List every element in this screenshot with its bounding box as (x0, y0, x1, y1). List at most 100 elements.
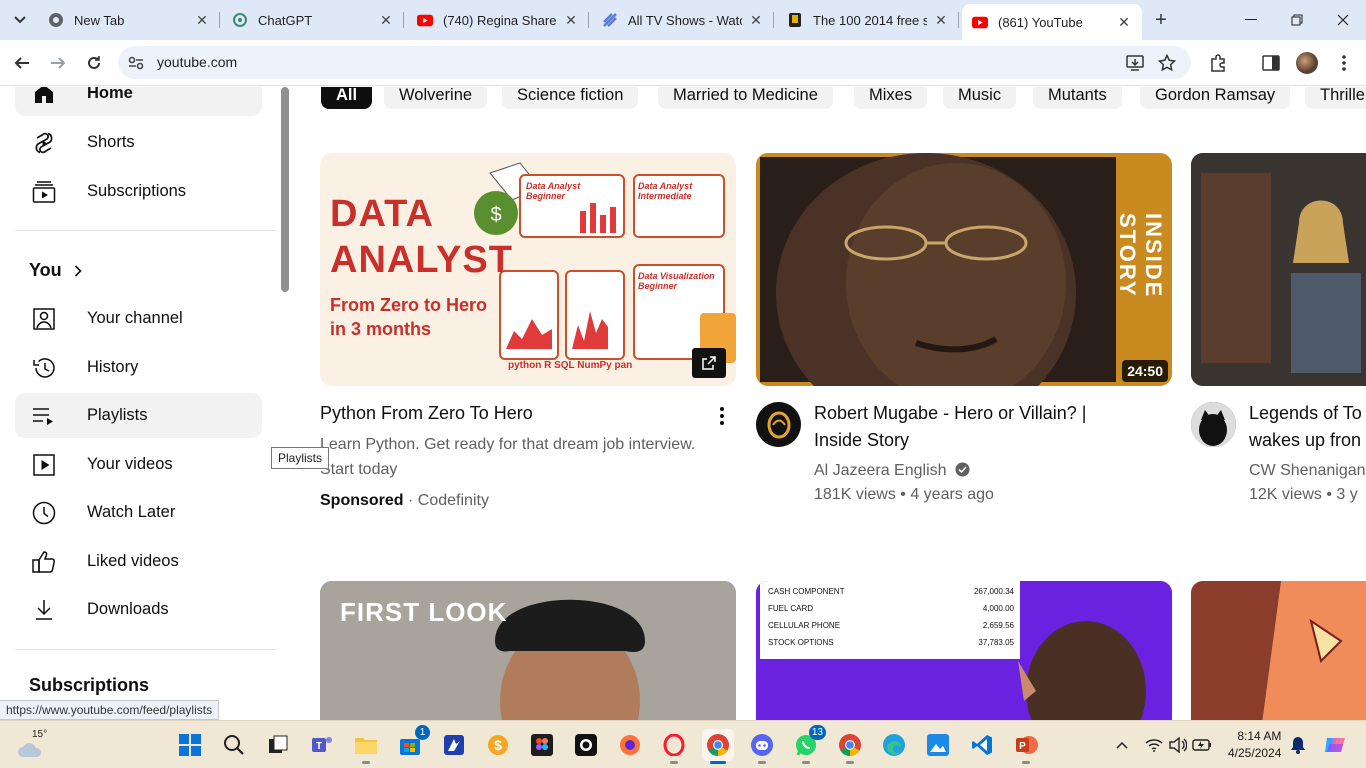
url-text[interactable]: youtube.com (157, 54, 237, 70)
taskbar-app-discord[interactable] (746, 729, 778, 764)
close-icon[interactable]: ✕ (194, 12, 210, 28)
chip-all[interactable]: All (321, 87, 373, 109)
video-thumbnail[interactable] (1191, 153, 1366, 386)
taskbar-app-file-explorer[interactable] (350, 729, 382, 764)
taskbar-app-powerpoint[interactable]: P (1010, 729, 1042, 764)
copilot-button[interactable] (1322, 735, 1348, 755)
open-external-button[interactable] (692, 348, 726, 378)
chrome-menu-button[interactable] (1330, 49, 1358, 77)
sidebar-item-your-videos[interactable]: Your videos (15, 442, 262, 487)
sponsored-label: Sponsored (320, 492, 404, 509)
taskbar-app-vscode[interactable] (966, 729, 998, 761)
close-icon[interactable]: ✕ (933, 12, 949, 28)
reload-button[interactable] (80, 49, 108, 77)
notifications-button[interactable] (1288, 735, 1308, 755)
video-thumbnail[interactable] (1191, 581, 1366, 720)
minimize-button[interactable] (1228, 0, 1274, 40)
bookmark-star-icon[interactable] (1156, 52, 1178, 74)
video-menu-button[interactable] (712, 405, 732, 427)
sidebar-item-home[interactable]: Home (15, 87, 262, 116)
weather-widget[interactable]: 15° (16, 729, 52, 761)
taskbar-search[interactable] (218, 729, 250, 761)
taskbar-app-chrome[interactable] (702, 729, 734, 764)
video-thumbnail[interactable]: $ DATA ANALYST From Zero to Hero in 3 mo… (320, 153, 736, 386)
taskbar-app-whatsapp[interactable]: 13 (790, 725, 826, 764)
tab-the-100[interactable]: The 100 2014 free str ✕ (777, 6, 959, 34)
advertiser-name[interactable]: · Codefinity (408, 492, 489, 509)
back-button[interactable] (8, 49, 36, 77)
chip-wolverine[interactable]: Wolverine (384, 87, 488, 109)
taskbar-app-figma[interactable] (526, 729, 558, 761)
sidebar-scrollbar[interactable] (281, 87, 289, 292)
start-button[interactable] (174, 729, 206, 761)
close-icon[interactable]: ✕ (563, 12, 579, 28)
channel-line: Al Jazeera English (814, 459, 970, 483)
tab-youtube-regina[interactable]: (740) Regina Shares l ✕ (407, 6, 589, 34)
sidebar-item-your-channel[interactable]: Your channel (15, 296, 262, 341)
video-thumbnail[interactable]: INSIDE STORY 24:50 (756, 153, 1172, 386)
close-icon[interactable]: ✕ (748, 12, 764, 28)
channel-name[interactable]: CW Shenanigan (1249, 459, 1366, 483)
taskbar-app-firefox[interactable] (614, 729, 646, 761)
youtube-icon (972, 14, 988, 30)
video-title[interactable]: Python From Zero To Hero (320, 400, 533, 427)
forward-button[interactable] (44, 49, 72, 77)
site-info-icon[interactable] (126, 53, 146, 73)
chip-gordon-ramsay[interactable]: Gordon Ramsay (1140, 87, 1291, 109)
extensions-button[interactable] (1204, 49, 1232, 77)
new-tab-button[interactable]: + (1148, 8, 1174, 32)
vscode-icon (972, 735, 992, 755)
sidebar-item-watch-later[interactable]: Watch Later (15, 490, 262, 535)
tab-search-button[interactable] (6, 7, 34, 33)
side-panel-button[interactable] (1257, 49, 1285, 77)
channel-name[interactable]: Al Jazeera English (814, 462, 947, 479)
tab-new-tab[interactable]: New Tab ✕ (38, 6, 220, 34)
sponsor-line: Sponsored · Codefinity (320, 489, 489, 513)
chip-mutants[interactable]: Mutants (1033, 87, 1122, 109)
video-title[interactable]: Legends of To wakes up fron (1249, 400, 1366, 454)
tab-youtube-active[interactable]: (861) YouTube ✕ (962, 4, 1142, 40)
taskbar-app-paint[interactable] (922, 729, 954, 761)
wifi-status[interactable] (1144, 735, 1164, 755)
tab-chatgpt[interactable]: ChatGPT ✕ (222, 6, 404, 34)
task-view-button[interactable] (262, 729, 294, 761)
close-icon[interactable]: ✕ (1116, 14, 1132, 30)
chip-thriller[interactable]: Thrille (1305, 87, 1366, 109)
sidebar-item-playlists[interactable]: Playlists (15, 393, 262, 438)
battery-status[interactable] (1192, 735, 1212, 755)
chip-music[interactable]: Music (943, 87, 1017, 109)
chip-mixes[interactable]: Mixes (854, 87, 928, 109)
sidebar-item-liked-videos[interactable]: Liked videos (15, 539, 262, 584)
chip-science-fiction[interactable]: Science fiction (502, 87, 639, 109)
side-panel-icon (1262, 55, 1280, 71)
channel-avatar[interactable] (756, 402, 801, 447)
video-title[interactable]: Robert Mugabe - Hero or Villain? | Insid… (814, 400, 1164, 454)
taskbar-app-edge[interactable] (878, 729, 910, 761)
install-app-icon[interactable] (1124, 52, 1146, 74)
taskbar-app-github[interactable] (570, 729, 602, 761)
taskbar-app-vpn[interactable] (438, 729, 470, 761)
sidebar-item-history[interactable]: History (15, 345, 262, 390)
video-thumbnail[interactable]: CASH COMPONENT 267,000.34 FUEL CARD 4,000.… (756, 581, 1172, 720)
close-window-button[interactable] (1320, 0, 1366, 40)
tray-overflow-button[interactable] (1112, 735, 1132, 755)
sidebar-item-shorts[interactable]: Shorts (15, 120, 262, 165)
profile-button[interactable] (1293, 49, 1321, 77)
sidebar-item-downloads[interactable]: Downloads (15, 587, 262, 632)
taskbar-app-teams[interactable]: T (306, 729, 338, 761)
channel-avatar[interactable] (1191, 402, 1236, 447)
volume-control[interactable] (1168, 735, 1188, 755)
taskbar-app-chrome-profile[interactable] (834, 729, 866, 764)
taskbar-clock[interactable]: 8:14 AM 4/25/2024 (1228, 728, 1281, 762)
restore-button[interactable] (1274, 0, 1320, 40)
video-thumbnail[interactable]: FIRST LOOK (320, 581, 736, 720)
sidebar-item-subscriptions[interactable]: Subscriptions (15, 169, 262, 214)
taskbar-app-opera[interactable] (658, 729, 690, 764)
sidebar-you-heading[interactable]: You (29, 260, 82, 281)
address-bar[interactable]: youtube.com (118, 46, 1191, 79)
taskbar-app-store[interactable]: 1 (394, 725, 430, 761)
close-icon[interactable]: ✕ (378, 12, 394, 28)
tab-all-tv-shows[interactable]: All TV Shows - Watch ✕ (592, 6, 774, 34)
chip-married-to-medicine[interactable]: Married to Medicine (658, 87, 833, 109)
taskbar-app-coin[interactable]: $ (482, 729, 514, 761)
